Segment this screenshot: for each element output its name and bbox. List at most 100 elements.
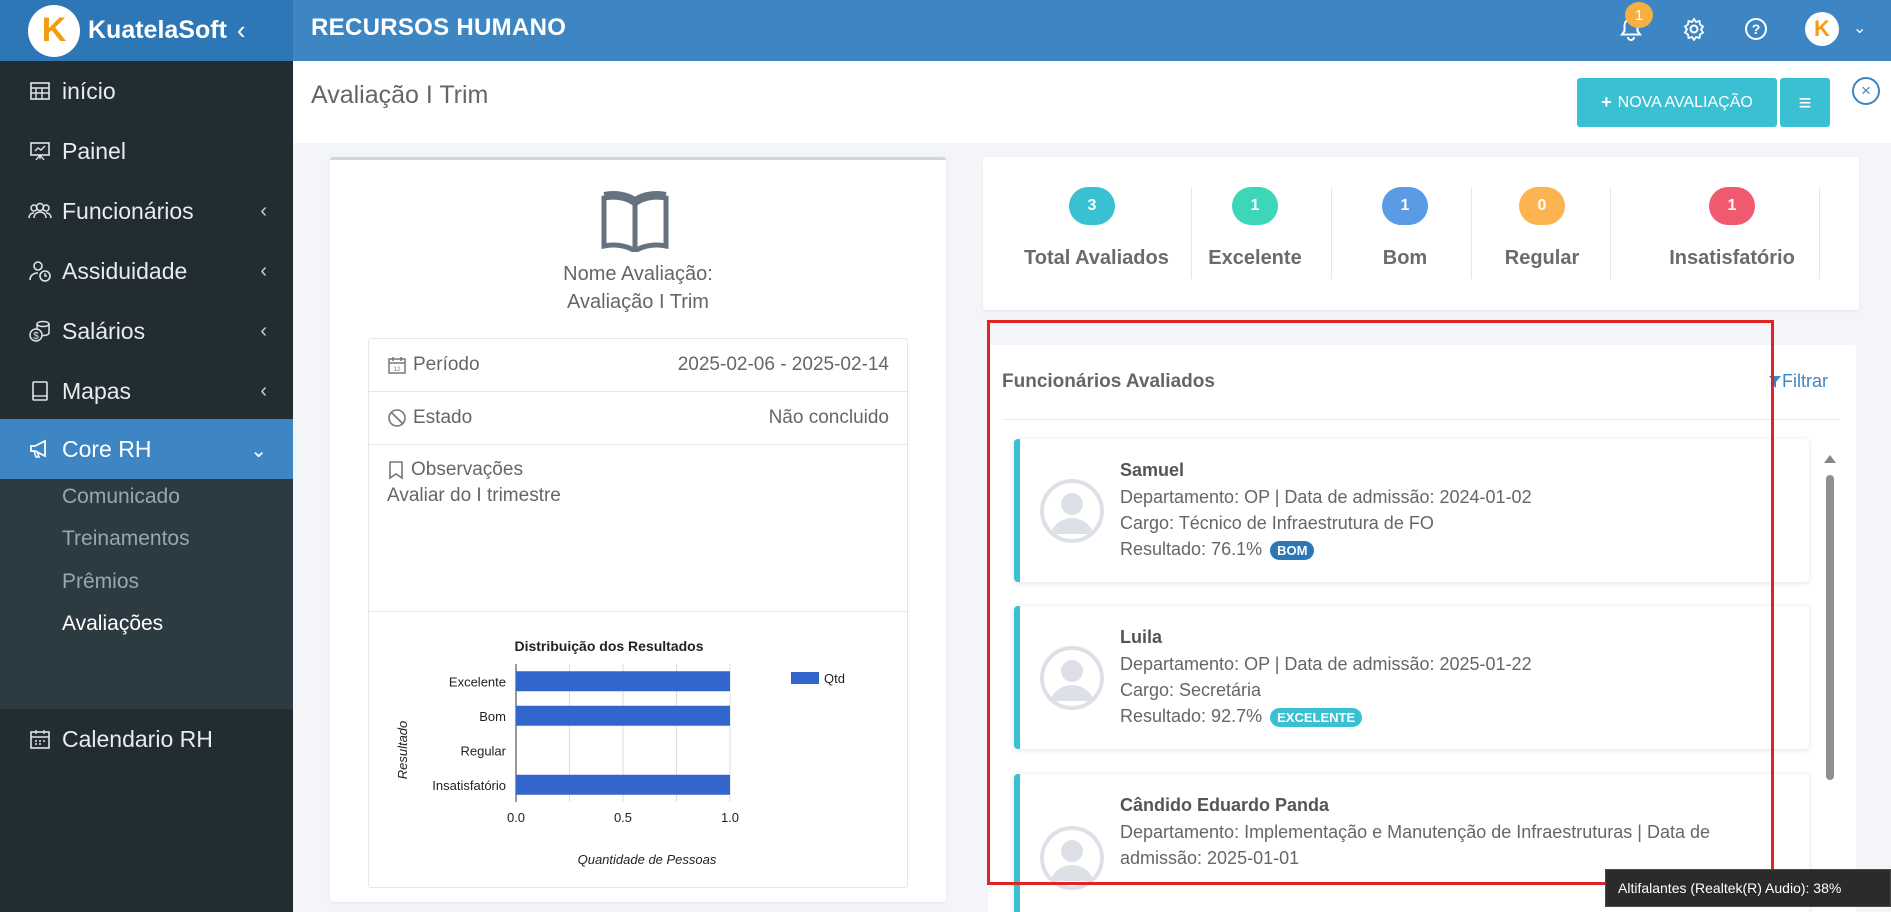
chart-x-axis-label: Quantidade de Pessoas bbox=[578, 852, 717, 867]
chart-bar bbox=[516, 705, 730, 726]
filter-button[interactable]: Filtrar bbox=[1768, 371, 1828, 392]
sidebar-item-calendario-rh[interactable]: Calendario RH bbox=[0, 709, 293, 769]
divider bbox=[1819, 187, 1820, 279]
stat-insatisfatorio-count: 1 bbox=[1709, 187, 1755, 225]
svg-text:?: ? bbox=[1752, 21, 1761, 37]
period-value: 2025-02-06 - 2025-02-14 bbox=[677, 354, 889, 375]
stat-excelente: 1 Excelente bbox=[1201, 187, 1309, 270]
chart-y-axis-label: Resultado bbox=[395, 721, 410, 780]
period-label: Período bbox=[413, 354, 480, 375]
submenu-item-avaliacoes[interactable]: Avaliações bbox=[62, 612, 163, 636]
stat-excelente-count: 1 bbox=[1232, 187, 1278, 225]
chevron-left-icon: ‹ bbox=[260, 260, 267, 282]
close-icon[interactable]: × bbox=[1852, 77, 1880, 105]
sidebar-item-label: início bbox=[62, 77, 116, 104]
hamburger-icon: ≡ bbox=[1798, 89, 1812, 115]
chart-legend-swatch bbox=[791, 672, 819, 684]
chevron-left-icon: ‹ bbox=[260, 200, 267, 222]
sidebar-item-funcionarios[interactable]: Funcionários ‹ bbox=[0, 181, 293, 241]
chart-category-label: Bom bbox=[479, 709, 506, 724]
stat-bom-label: Bom bbox=[1382, 247, 1428, 269]
dashboard-grid-icon bbox=[28, 79, 52, 103]
book-icon bbox=[28, 379, 52, 403]
submenu-item-treinamentos[interactable]: Treinamentos bbox=[62, 527, 190, 551]
observations-label: Observações bbox=[411, 459, 523, 480]
submenu-item-premios[interactable]: Prêmios bbox=[62, 570, 139, 594]
sidebar-item-inicio[interactable]: início bbox=[0, 61, 293, 121]
sidebar-item-salarios[interactable]: $ Salários ‹ bbox=[0, 301, 293, 361]
coins-icon: $ bbox=[28, 319, 52, 343]
sidebar-item-label: Calendario RH bbox=[62, 725, 213, 752]
users-icon bbox=[28, 199, 52, 223]
filter-label: Filtrar bbox=[1782, 371, 1828, 391]
sidebar-item-label: Salários bbox=[62, 317, 146, 344]
plus-icon: + bbox=[1601, 92, 1612, 112]
state-row: Estado Não concluido bbox=[369, 392, 907, 445]
chevron-left-icon[interactable]: ‹ bbox=[237, 15, 246, 46]
chevron-left-icon: ‹ bbox=[260, 380, 267, 402]
brand-logo: K bbox=[28, 4, 80, 57]
chevron-left-icon: ‹ bbox=[260, 320, 267, 342]
sidebar: início Painel Funcionários ‹ Assiduidade… bbox=[0, 61, 293, 912]
scrollbar-thumb[interactable] bbox=[1826, 475, 1834, 780]
evaluation-info-box: 12 Período 2025-02-06 - 2025-02-14 Estad… bbox=[368, 338, 908, 888]
bookmark-icon bbox=[389, 461, 403, 480]
sidebar-item-mapas[interactable]: Mapas ‹ bbox=[0, 361, 293, 421]
state-label: Estado bbox=[413, 407, 473, 428]
divider bbox=[1331, 187, 1332, 279]
stat-regular-count: 0 bbox=[1519, 187, 1565, 225]
sidebar-item-assiduidade[interactable]: Assiduidade ‹ bbox=[0, 241, 293, 301]
page-title: Avaliação I Trim bbox=[311, 81, 489, 109]
results-chart: Distribuição dos Resultados Excelente Bom… bbox=[395, 638, 845, 867]
state-value: Não concluido bbox=[768, 407, 889, 428]
user-avatar[interactable]: K bbox=[1805, 12, 1839, 46]
chart-x-tick-label: 0.5 bbox=[614, 810, 632, 825]
stat-excelente-label: Excelente bbox=[1208, 247, 1302, 269]
submenu: Comunicado Treinamentos Prêmios Avaliaçõ… bbox=[0, 479, 293, 709]
new-evaluation-label: NOVA AVALIAÇÃO bbox=[1617, 93, 1753, 111]
evaluation-details-card: Nome Avaliação: Avaliação I Trim 12 Perí… bbox=[330, 157, 946, 902]
calendar-icon bbox=[28, 727, 52, 751]
chart-title: Distribuição dos Resultados bbox=[514, 638, 703, 654]
chart-category-label: Regular bbox=[460, 743, 506, 758]
app-title: RECURSOS HUMANO bbox=[311, 14, 567, 41]
svg-text:12: 12 bbox=[394, 367, 401, 373]
brand-name: KuatelaSoft bbox=[88, 16, 227, 44]
stat-insatisfatorio: 1 Insatisfatório bbox=[1660, 187, 1804, 270]
chart-category-label: Insatisfatório bbox=[432, 778, 506, 793]
evaluation-name-value: Avaliação I Trim bbox=[567, 291, 709, 313]
chart-x-tick-label: 0.0 bbox=[507, 810, 525, 825]
top-bar: K KuatelaSoft ‹ RECURSOS HUMANO 1 ? K ⌄ bbox=[0, 0, 1891, 61]
user-clock-icon bbox=[28, 259, 52, 283]
stat-regular: 0 Regular bbox=[1497, 187, 1587, 270]
divider bbox=[1610, 187, 1611, 279]
chart-legend-label: Qtd bbox=[824, 671, 845, 686]
highlight-frame bbox=[987, 320, 1774, 885]
scroll-up-arrow[interactable] bbox=[1824, 455, 1836, 463]
chevron-down-icon[interactable]: ⌄ bbox=[1853, 18, 1866, 38]
chart-category-label: Excelente bbox=[449, 674, 506, 689]
sidebar-item-label: Funcionários bbox=[62, 197, 194, 224]
evaluation-name-label: Nome Avaliação: bbox=[563, 263, 713, 285]
divider bbox=[1191, 187, 1192, 279]
stat-bom-count: 1 bbox=[1382, 187, 1428, 225]
period-label-group: 12 Período bbox=[387, 354, 480, 376]
observations-block: Observações Avaliar do I trimestre bbox=[369, 445, 907, 612]
chart-bar bbox=[516, 671, 730, 692]
stat-bom: 1 Bom bbox=[1365, 187, 1445, 270]
sidebar-item-core-rh[interactable]: Core RH ⌄ bbox=[0, 419, 293, 479]
sidebar-item-painel[interactable]: Painel bbox=[0, 121, 293, 181]
new-evaluation-button[interactable]: + NOVA AVALIAÇÃO bbox=[1577, 78, 1777, 127]
chevron-down-icon: ⌄ bbox=[250, 440, 267, 462]
brand[interactable]: K KuatelaSoft ‹ bbox=[0, 0, 293, 61]
stat-total-count: 3 bbox=[1069, 187, 1115, 225]
gear-icon[interactable] bbox=[1679, 14, 1709, 44]
sidebar-item-label: Painel bbox=[62, 137, 126, 164]
submenu-item-comunicado[interactable]: Comunicado bbox=[62, 485, 180, 509]
state-label-group: Estado bbox=[387, 407, 472, 429]
menu-button[interactable]: ≡ bbox=[1780, 78, 1830, 127]
svg-text:$: $ bbox=[33, 331, 39, 342]
help-icon[interactable]: ? bbox=[1741, 14, 1771, 44]
chart-bar bbox=[516, 774, 730, 795]
open-book-icon bbox=[600, 190, 670, 257]
